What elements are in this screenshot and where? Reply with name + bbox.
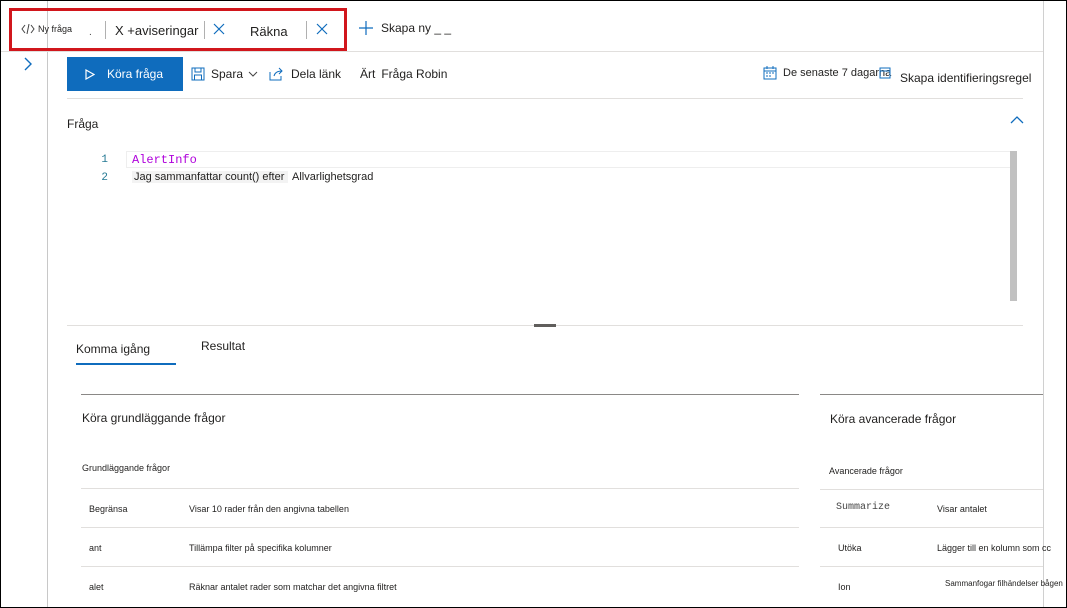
code-line-2-part-2: Allvarlighetsgrad bbox=[292, 171, 374, 183]
rule-icon bbox=[879, 67, 891, 79]
editor-scrollbar[interactable] bbox=[1010, 151, 1017, 301]
row-divider bbox=[820, 489, 1043, 490]
tab-ellipsis: . bbox=[89, 27, 92, 38]
query-op: Utöka bbox=[838, 543, 862, 553]
app-window: Ny fråga . X +aviseringar Räkna Skapa ny… bbox=[0, 0, 1067, 608]
create-detection-rule-button[interactable]: Skapa identifieringsregel bbox=[879, 67, 1031, 85]
time-range-picker[interactable]: De senaste 7 dagarna bbox=[763, 66, 891, 80]
run-query-label: Köra fråga bbox=[107, 67, 164, 81]
close-icon[interactable] bbox=[213, 23, 225, 35]
query-op: Summarize bbox=[836, 502, 891, 513]
row-divider bbox=[820, 566, 1043, 567]
code-line-2-part-1: Jag sammanfattar count() efter bbox=[132, 171, 289, 183]
basic-card-subtitle: Grundläggande frågor bbox=[82, 463, 171, 473]
query-op: Ion bbox=[838, 582, 851, 592]
save-button[interactable]: Spara bbox=[191, 67, 264, 81]
save-icon bbox=[191, 67, 205, 81]
new-query-button[interactable]: Skapa ny _ _ bbox=[359, 21, 451, 35]
tab-new-query-label: Ny fråga bbox=[38, 24, 73, 34]
row-divider bbox=[81, 566, 799, 567]
card-divider bbox=[820, 394, 1043, 395]
basic-card-title: Köra grundläggande frågor bbox=[82, 411, 226, 425]
active-tab-indicator bbox=[76, 363, 176, 365]
line-number: 1 bbox=[101, 154, 108, 166]
query-op: ant bbox=[89, 543, 102, 553]
chevron-up-icon[interactable] bbox=[1010, 115, 1024, 125]
tab-new-query[interactable]: Ny fråga bbox=[21, 21, 72, 37]
query-editor[interactable]: 1 AlertInfo 2 Jag sammanfattar count() e… bbox=[96, 151, 1017, 301]
code-line-1: AlertInfo bbox=[132, 153, 197, 167]
query-description: Visar antalet bbox=[937, 504, 987, 514]
plus-icon bbox=[359, 21, 373, 35]
current-line-highlight bbox=[126, 151, 1017, 168]
run-query-button[interactable]: Köra fråga bbox=[67, 57, 183, 91]
close-icon[interactable] bbox=[316, 23, 328, 35]
query-name: Ärt Fråga Robin bbox=[360, 67, 447, 81]
tab-separator bbox=[105, 21, 106, 39]
share-link-label: Dela länk bbox=[291, 67, 342, 81]
tab-separator bbox=[306, 21, 307, 39]
card-divider bbox=[81, 394, 799, 395]
line-number: 2 bbox=[101, 172, 108, 184]
chevron-right-icon[interactable] bbox=[21, 57, 35, 71]
advanced-card-subtitle: Avancerade frågor bbox=[829, 466, 903, 476]
tab-separator bbox=[204, 21, 205, 39]
query-description: Visar 10 rader från den angivna tabellen bbox=[189, 504, 349, 514]
right-border bbox=[1043, 1, 1044, 607]
query-description: Tillämpa filter på specifika kolumner bbox=[189, 543, 332, 553]
tab-alerts[interactable]: X +aviseringar bbox=[115, 21, 198, 39]
query-description: Lägger till en kolumn som cc bbox=[937, 543, 1052, 553]
divider bbox=[67, 98, 1023, 99]
tab-alerts-label: X +aviseringar bbox=[115, 22, 199, 38]
query-op: alet bbox=[89, 582, 104, 592]
query-name-value: Fråga Robin bbox=[381, 67, 448, 81]
play-icon bbox=[85, 68, 95, 80]
query-description: Sammanfogar filhändelser bågen bbox=[945, 579, 1063, 588]
row-divider bbox=[820, 527, 1043, 528]
time-range-label: De senaste 7 dagarna bbox=[783, 67, 892, 79]
new-query-label: Skapa ny _ _ bbox=[381, 21, 452, 35]
query-section-title: Fråga bbox=[67, 117, 99, 131]
tab-get-started[interactable]: Komma igång bbox=[76, 342, 150, 356]
query-tab-bar: Ny fråga . X +aviseringar Räkna Skapa ny… bbox=[1, 1, 1043, 52]
row-divider bbox=[81, 527, 799, 528]
resize-handle[interactable] bbox=[534, 324, 556, 327]
advanced-card-title: Köra avancerade frågor bbox=[830, 412, 957, 426]
code-icon bbox=[21, 24, 35, 34]
calendar-icon bbox=[763, 66, 777, 80]
tab-count-label: Räkna bbox=[250, 23, 288, 39]
save-label: Spara bbox=[211, 67, 244, 81]
row-divider bbox=[81, 488, 799, 489]
chevron-down-icon bbox=[248, 71, 258, 77]
left-rail bbox=[1, 1, 48, 607]
create-detection-rule-label: Skapa identifieringsregel bbox=[900, 71, 1032, 85]
query-description: Räknar antalet rader som matchar det ang… bbox=[189, 582, 397, 592]
tab-results[interactable]: Resultat bbox=[201, 339, 245, 353]
query-name-prefix: Ärt bbox=[360, 67, 376, 81]
share-link-button[interactable]: Dela länk bbox=[269, 67, 341, 81]
tab-count[interactable]: Räkna bbox=[250, 22, 288, 40]
share-icon bbox=[269, 67, 283, 81]
query-op: Begränsa bbox=[89, 504, 128, 514]
